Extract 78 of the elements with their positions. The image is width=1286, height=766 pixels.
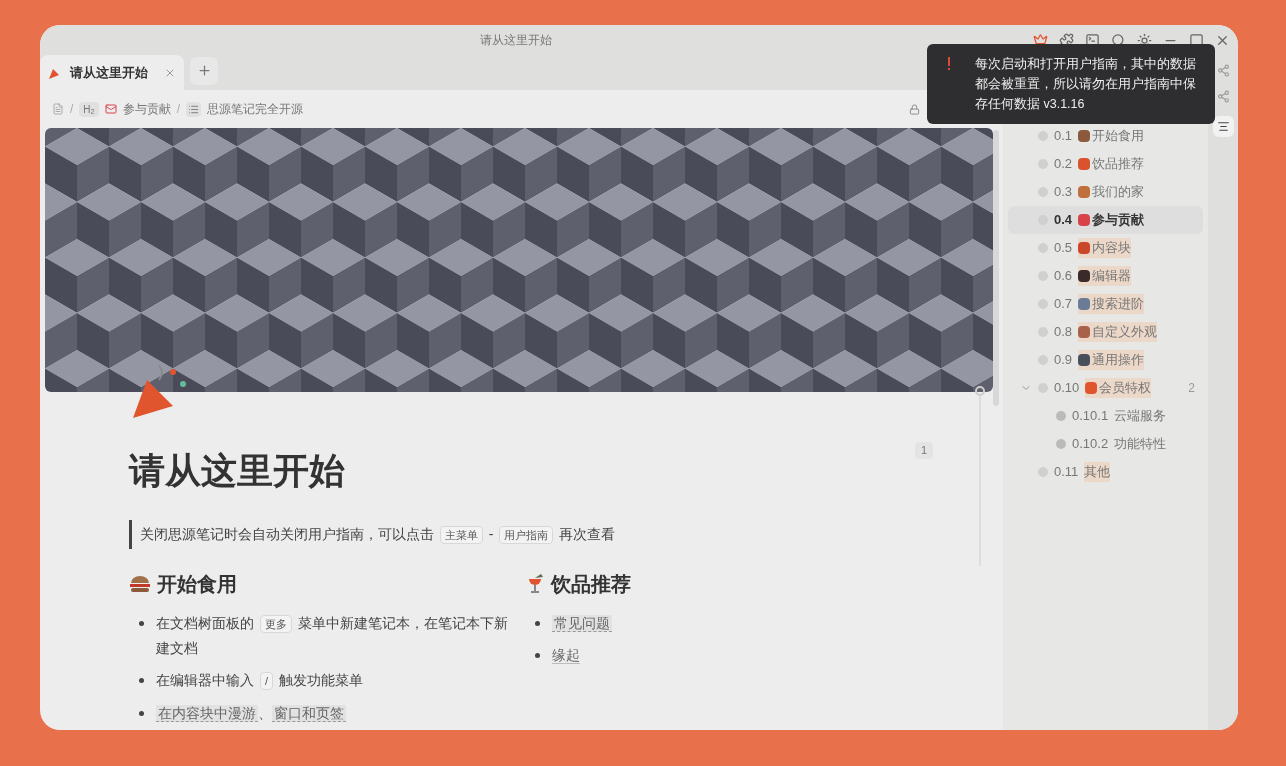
- outline-label: 参与贡献: [1078, 210, 1145, 230]
- outline-item[interactable]: 0.2 饮品推荐: [1008, 150, 1203, 178]
- outline-label: 通用操作: [1078, 350, 1145, 370]
- outline-number: 0.8: [1054, 323, 1073, 342]
- outline-label: 我们的家: [1078, 182, 1145, 202]
- outline-number: 0.10: [1054, 379, 1080, 398]
- outline-label: 自定义外观: [1078, 322, 1158, 342]
- outline-item[interactable]: 0.9 通用操作: [1008, 346, 1203, 374]
- outline-number: 0.5: [1054, 239, 1073, 258]
- outline-label: 内容块: [1078, 238, 1132, 258]
- outline-number: 0.3: [1054, 183, 1073, 202]
- outline-number: 0.4: [1054, 211, 1073, 230]
- bullet-icon: [535, 621, 540, 626]
- heading-badge: H$_{2}$: [79, 101, 99, 117]
- window-title: 请从这里开始: [480, 32, 552, 49]
- outline-item[interactable]: 0.4 参与贡献: [1008, 206, 1203, 234]
- bullet-icon: [139, 711, 144, 716]
- quote-text: 关闭思源笔记时会自动关闭用户指南，可以点击 主菜单 - 用户指南 再次查看: [129, 520, 933, 549]
- document-title: 请从这里开始: [129, 449, 345, 493]
- outline-number: 0.10.2: [1072, 435, 1109, 454]
- list-item-text: 在文档树面板的 更多 菜单中新建笔记本，在笔记本下新建文档: [156, 614, 509, 658]
- outline-item[interactable]: 0.3 我们的家: [1008, 178, 1203, 206]
- outline-item[interactable]: 0.10 会员特权 2: [1008, 374, 1203, 402]
- block-ref-link[interactable]: 窗口和页签: [272, 705, 346, 722]
- outline-item[interactable]: 0.11 其他: [1008, 458, 1203, 486]
- burger-icon: [129, 574, 151, 594]
- counter-badge: 1: [914, 442, 933, 459]
- outline-number: 0.9: [1054, 351, 1073, 370]
- outline-label: 编辑器: [1078, 266, 1132, 286]
- outline-number: 0.7: [1054, 295, 1073, 314]
- outline-item[interactable]: 0.10.1 云端服务: [1008, 402, 1203, 430]
- key-chip: 用户指南: [499, 526, 554, 544]
- child-count: 2: [1188, 380, 1195, 397]
- alert-icon: [947, 57, 951, 71]
- new-tab-button[interactable]: [190, 56, 218, 85]
- outline-label: 搜索进阶: [1078, 294, 1145, 314]
- outline-label: 开始食用: [1078, 126, 1145, 146]
- list-item-text: 在内容块中漫游、窗口和页签: [156, 704, 346, 724]
- plus-icon: [196, 63, 212, 78]
- outline-item[interactable]: 0.6 编辑器: [1008, 262, 1203, 290]
- breadcrumb-item[interactable]: 思源笔记完全开源: [207, 100, 304, 118]
- outline-number: 0.1: [1054, 127, 1073, 146]
- block-ref-link[interactable]: 常见问题: [552, 615, 612, 632]
- key-chip: /: [259, 672, 273, 690]
- toast-message: 每次启动和打开用户指南，其中的数据都会被重置，所以请勿在用户指南中保存任何数据 v3.1.16: [975, 56, 1197, 113]
- outline-icon: [1216, 120, 1230, 133]
- scrollbar-thumb[interactable]: [993, 130, 999, 406]
- separator-text: /: [70, 101, 74, 118]
- breadcrumb-item[interactable]: 参与贡献: [122, 100, 171, 118]
- outline-item[interactable]: 0.10.2 功能特性: [1008, 430, 1203, 458]
- section-heading: 饮品推荐: [551, 572, 631, 597]
- key-chip: 更多: [259, 615, 292, 633]
- outline-label: 云端服务: [1114, 407, 1167, 426]
- outline-item[interactable]: 0.5 内容块: [1008, 234, 1203, 262]
- envelope-icon: [104, 103, 117, 115]
- bullet-icon: [139, 621, 144, 626]
- outline-toggle-button[interactable]: [1212, 116, 1234, 137]
- block-ref-link[interactable]: 在内容块中漫游: [156, 705, 258, 722]
- outline-label: 其他: [1084, 462, 1111, 482]
- outline-number: 0.6: [1054, 267, 1073, 286]
- bullet-icon: [535, 653, 540, 658]
- outline-label: 会员特权: [1085, 378, 1152, 398]
- section-heading: 开始食用: [157, 572, 237, 597]
- outline-number: 0.2: [1054, 155, 1073, 174]
- outline-item[interactable]: 0.7 搜索进阶: [1008, 290, 1203, 318]
- outline-item[interactable]: 0.8 自定义外观: [1008, 318, 1203, 346]
- separator-text: /: [176, 101, 181, 118]
- outline-number: 0.11: [1054, 463, 1079, 482]
- outline-item[interactable]: 0.1 开始食用: [1008, 122, 1203, 150]
- bullet-icon: [139, 678, 144, 683]
- outline-label: 功能特性: [1114, 435, 1167, 454]
- doc-link[interactable]: 缘起: [552, 647, 580, 664]
- outline-label: 饮品推荐: [1078, 154, 1145, 174]
- outline-number: 0.10.1: [1072, 407, 1109, 426]
- list-item-text: 在编辑器中输入 / 触发功能菜单: [156, 671, 363, 692]
- document-tab[interactable]: 请从这里开始: [40, 55, 184, 90]
- list-icon: [186, 101, 202, 117]
- key-chip: 主菜单: [439, 526, 483, 544]
